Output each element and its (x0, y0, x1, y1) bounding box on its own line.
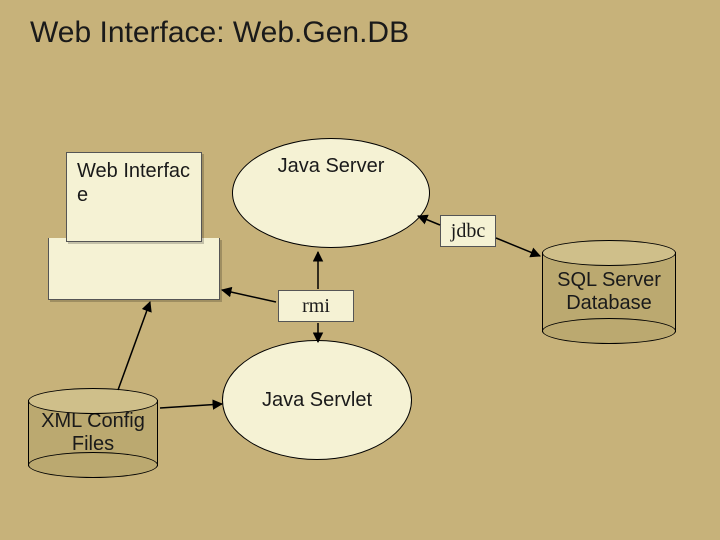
jdbc-label-box: jdbc (440, 215, 496, 247)
java-server-ellipse: Java Server (232, 138, 430, 248)
xml-cylinder-top (28, 388, 158, 414)
xml-cylinder-bottom (28, 452, 158, 478)
java-servlet-ellipse: Java Servlet (222, 340, 412, 460)
rmi-label-box: rmi (278, 290, 354, 322)
jdbc-label: jdbc (451, 220, 485, 243)
sql-cylinder-top (542, 240, 676, 266)
xml-cylinder-label: XML Config Files (29, 410, 157, 456)
web-interface-box: Web Interfac e (66, 152, 202, 242)
rmi-label: rmi (302, 295, 330, 318)
web-interface-label: Web Interfac e (77, 159, 191, 207)
sql-cylinder-label: SQL Server Database (543, 269, 675, 315)
web-interface-base (48, 238, 220, 300)
diagram-title: Web Interface: Web.Gen.DB (30, 16, 409, 50)
java-servlet-label: Java Servlet (262, 389, 372, 412)
sql-cylinder-bottom (542, 318, 676, 344)
java-server-label: Java Server (278, 155, 385, 178)
